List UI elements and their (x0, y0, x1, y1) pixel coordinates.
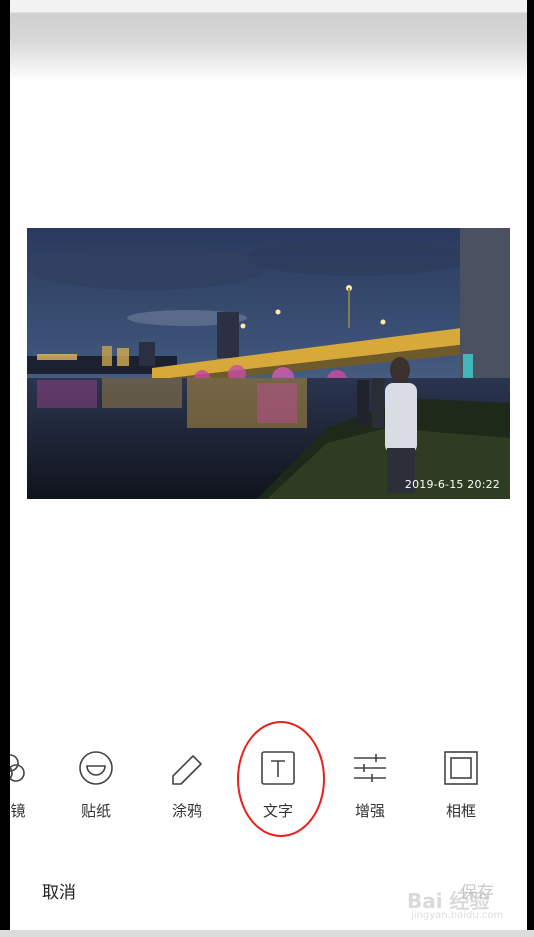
baidu-jingyan-watermark: Bai 经验 jingyan.baidu.com (407, 881, 519, 927)
status-bar-shade (10, 0, 527, 82)
frame-icon (444, 751, 478, 785)
tool-filter-label: 镜 (10, 802, 26, 820)
cancel-button[interactable]: 取消 (42, 878, 76, 903)
tool-doodle-label: 涂鸦 (171, 802, 202, 820)
adjust-sliders-icon (354, 754, 386, 782)
tool-frame-label: 相框 (445, 802, 476, 820)
filter-icon (10, 754, 25, 782)
bottom-edge (0, 930, 534, 937)
photo-preview[interactable]: 2019-6-15 20:22 (27, 228, 510, 499)
editor-screen: 2019-6-15 20:22 镜 贴纸 涂鸦 文字 增强 相框 取消 保存 B… (10, 0, 527, 935)
sticker-icon (79, 751, 113, 785)
tool-sticker-label: 贴纸 (80, 802, 111, 820)
tool-frame[interactable]: 相框 (426, 740, 496, 830)
tool-filter[interactable]: 镜 (10, 740, 45, 830)
watermark-url: jingyan.baidu.com (411, 910, 504, 921)
photo-timestamp: 2019-6-15 20:22 (404, 478, 500, 491)
doodle-icon (172, 755, 202, 785)
night-bridge-photo (27, 228, 510, 499)
tool-enhance[interactable]: 增强 (335, 740, 405, 830)
tool-sticker[interactable]: 贴纸 (61, 740, 131, 830)
tool-enhance-label: 增强 (354, 802, 385, 820)
tool-doodle[interactable]: 涂鸦 (152, 740, 222, 830)
highlight-circle-annotation (237, 721, 325, 837)
